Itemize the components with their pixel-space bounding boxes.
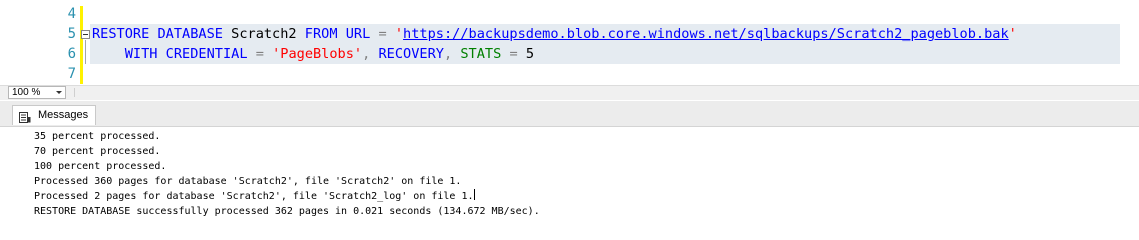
comma: ,: [362, 46, 379, 62]
keyword: RECOVERY: [378, 46, 444, 62]
code-line-6[interactable]: WITH CREDENTIAL = 'PageBlobs', RECOVERY,…: [92, 44, 534, 64]
line-number: 4: [67, 6, 76, 22]
string-quote: ': [394, 26, 404, 42]
identifier: Scratch2: [222, 26, 305, 42]
operator: =: [370, 26, 395, 42]
code-line-5[interactable]: RESTORE DATABASE Scratch2 FROM URL = 'ht…: [92, 24, 1017, 44]
line-number-gutter: 4 5 6 7: [0, 0, 76, 85]
zoom-dropdown[interactable]: 100 %: [8, 86, 66, 99]
results-tab-strip: Messages: [0, 101, 1139, 127]
text-caret: [473, 189, 475, 200]
collapse-toggle-icon[interactable]: [81, 30, 90, 39]
tab-messages[interactable]: Messages: [12, 105, 96, 125]
message-line: Processed 2 pages for database 'Scratch2…: [34, 189, 540, 204]
keyword: RESTORE DATABASE: [92, 26, 223, 42]
message-line: RESTORE DATABASE successfully processed …: [34, 206, 540, 217]
change-tracking-bar: [80, 6, 83, 84]
number-literal: 5: [525, 46, 535, 62]
results-pane: Messages 35 percent processed. 70 percen…: [0, 101, 1139, 229]
message-line: 100 percent processed.: [34, 161, 167, 172]
function-name: STATS: [460, 46, 502, 62]
comma: ,: [443, 46, 461, 62]
message-line: 35 percent processed.: [34, 131, 161, 142]
string-literal: 'PageBlobs': [272, 46, 363, 62]
outline-fold-line: [85, 40, 86, 64]
keyword: WITH CREDENTIAL: [124, 46, 248, 62]
message-line: 70 percent processed.: [34, 146, 161, 157]
messages-icon: [19, 110, 31, 123]
url-link[interactable]: https://backupsdemo.blob.core.windows.ne…: [403, 26, 1009, 42]
keyword: FROM URL: [304, 26, 371, 42]
message-line: Processed 360 pages for database 'Scratc…: [34, 176, 462, 187]
message-text: Processed 2 pages for database 'Scratch2…: [34, 191, 474, 202]
line-number: 5: [67, 26, 76, 42]
line-number: 7: [67, 66, 76, 82]
chevron-down-icon: [56, 91, 62, 94]
operator: =: [247, 46, 273, 62]
line-number: 6: [67, 46, 76, 62]
tab-messages-label: Messages: [38, 109, 89, 121]
query-editor[interactable]: 4 5 6 7 RESTORE DATABASE Scratch2 FROM U…: [0, 0, 1139, 85]
horizontal-scrollbar[interactable]: [74, 88, 1139, 97]
string-quote: ': [1008, 26, 1017, 42]
editor-status-bar: 100 %: [0, 85, 1139, 100]
operator: =: [501, 46, 526, 62]
messages-output[interactable]: 35 percent processed. 70 percent process…: [34, 129, 540, 219]
zoom-value: 100 %: [12, 87, 41, 98]
